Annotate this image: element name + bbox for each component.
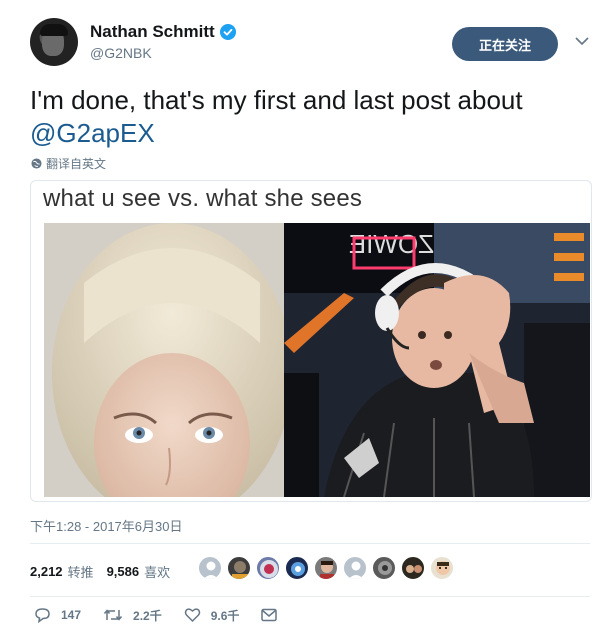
tweet-timestamp[interactable]: 下午1:28 - 2017年6月30日 bbox=[30, 516, 182, 535]
translate-link[interactable]: 翻译自英文 bbox=[31, 155, 106, 172]
like-count: 9.6千 bbox=[210, 608, 240, 623]
tweet-header: Nathan Schmitt @G2NBK 正在关注 bbox=[30, 18, 590, 70]
verified-badge-icon bbox=[219, 24, 236, 40]
retweets-count[interactable]: 2,212 bbox=[30, 564, 63, 579]
tweet-stats: 2,212 转推 9,586 喜欢 bbox=[30, 556, 183, 586]
liker-avatar[interactable] bbox=[198, 556, 222, 580]
liker-avatar[interactable] bbox=[430, 556, 454, 580]
liker-avatar[interactable] bbox=[372, 556, 396, 580]
liker-avatar[interactable] bbox=[285, 556, 309, 580]
reply-icon bbox=[35, 608, 50, 623]
envelope-icon bbox=[261, 608, 278, 622]
liker-avatar[interactable] bbox=[343, 556, 367, 580]
retweet-icon bbox=[103, 609, 123, 621]
message-button[interactable] bbox=[261, 608, 287, 622]
following-button[interactable]: 正在关注 bbox=[452, 27, 558, 61]
divider bbox=[30, 543, 590, 544]
tweet-text: I'm done, that's my first and last post … bbox=[30, 84, 590, 150]
meme-right-photo: ZOWIE bbox=[284, 223, 590, 497]
like-button[interactable]: 9.6千 bbox=[184, 607, 240, 624]
liker-avatar[interactable] bbox=[256, 556, 280, 580]
author-display-name[interactable]: Nathan Schmitt bbox=[90, 22, 215, 42]
heart-icon bbox=[184, 608, 200, 623]
mention-link[interactable]: @G2apEX bbox=[30, 118, 155, 148]
liker-avatar[interactable] bbox=[227, 556, 251, 580]
author-avatar[interactable] bbox=[30, 18, 78, 66]
liker-avatar[interactable] bbox=[314, 556, 338, 580]
author-info: Nathan Schmitt @G2NBK bbox=[90, 22, 236, 61]
divider bbox=[30, 596, 590, 597]
reply-count: 147 bbox=[61, 608, 82, 622]
chevron-down-icon[interactable] bbox=[575, 36, 589, 46]
meme-left-photo bbox=[44, 223, 284, 497]
tweet-actions: 147 2.2千 9.6千 bbox=[34, 604, 309, 626]
retweet-count: 2.2千 bbox=[133, 608, 162, 623]
liker-avatars bbox=[198, 556, 459, 580]
translate-label: 翻译自英文 bbox=[46, 157, 107, 171]
tweet-text-body: I'm done, that's my first and last post … bbox=[30, 85, 523, 115]
svg-text:ZOWIE: ZOWIE bbox=[349, 229, 434, 259]
likes-count[interactable]: 9,586 bbox=[107, 564, 140, 579]
globe-icon bbox=[31, 158, 42, 169]
retweet-button[interactable]: 2.2千 bbox=[103, 607, 162, 624]
media-card[interactable]: what u see vs. what she sees ZOWIE bbox=[30, 180, 592, 502]
author-handle[interactable]: @G2NBK bbox=[90, 45, 236, 61]
meme-caption: what u see vs. what she sees bbox=[43, 185, 363, 212]
retweets-label[interactable]: 转推 bbox=[68, 562, 94, 581]
likes-label[interactable]: 喜欢 bbox=[144, 562, 170, 581]
reply-button[interactable]: 147 bbox=[34, 607, 81, 623]
liker-avatar[interactable] bbox=[401, 556, 425, 580]
